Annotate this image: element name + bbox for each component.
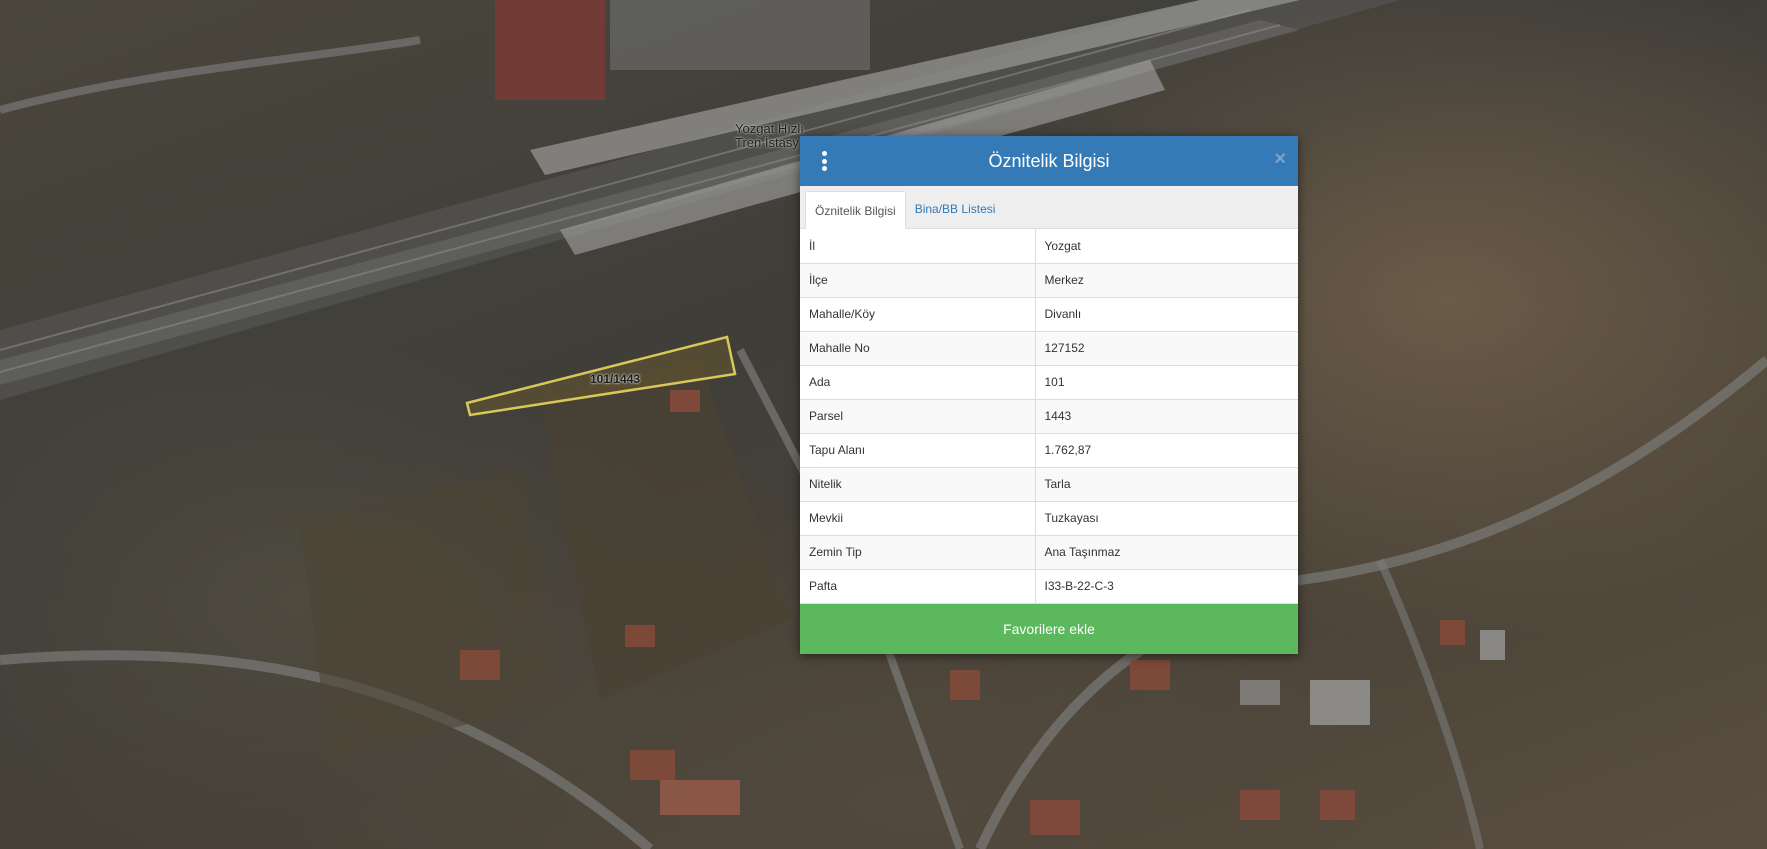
attribute-value: 1.762,87: [1035, 433, 1298, 468]
station-label-line1: Yozgat Hızlı: [735, 121, 804, 136]
table-row: İlçe Merkez: [800, 263, 1298, 298]
attribute-table: İl Yozgat İlçe Merkez Mahalle/Köy Divanlı Maha…: [800, 229, 1298, 604]
attribute-value: I33-B-22-C-3: [1035, 569, 1298, 604]
attribute-key: Mahalle/Köy: [800, 297, 1036, 332]
attribute-info-popup: Öznitelik Bilgisi × Öznitelik Bilgisi Bi…: [800, 136, 1298, 654]
vertical-dots-icon[interactable]: [818, 151, 830, 171]
attribute-key: İl: [800, 229, 1036, 264]
table-row: Mahalle/Köy Divanlı: [800, 297, 1298, 332]
attribute-key: Pafta: [800, 569, 1036, 604]
attribute-value: Divanlı: [1035, 297, 1298, 332]
table-row: İl Yozgat: [800, 229, 1298, 264]
attribute-value: 1443: [1035, 399, 1298, 434]
attribute-value: Ana Taşınmaz: [1035, 535, 1298, 570]
attribute-key: İlçe: [800, 263, 1036, 298]
attribute-value: Tuzkayası: [1035, 501, 1298, 536]
station-label-line2: Tren İstasy: [735, 135, 799, 150]
popup-header: Öznitelik Bilgisi ×: [800, 136, 1298, 186]
add-to-favorites-button[interactable]: Favorilere ekle: [800, 603, 1298, 654]
attribute-value: Merkez: [1035, 263, 1298, 298]
popup-title: Öznitelik Bilgisi: [988, 150, 1110, 171]
attribute-value: 127152: [1035, 331, 1298, 366]
attribute-key: Mahalle No: [800, 331, 1036, 366]
attribute-key: Ada: [800, 365, 1036, 400]
table-row: Tapu Alanı 1.762,87: [800, 433, 1298, 468]
attribute-key: Tapu Alanı: [800, 433, 1036, 468]
popup-tabs: Öznitelik Bilgisi Bina/BB Listesi: [800, 186, 1298, 229]
attribute-value: 101: [1035, 365, 1298, 400]
tab-building-list[interactable]: Bina/BB Listesi: [906, 190, 1005, 228]
parcel-label: 101/1443: [590, 372, 641, 386]
table-row: Parsel 1443: [800, 399, 1298, 434]
station-label: Yozgat Hızlı Tren İstasy: [735, 122, 804, 150]
attribute-key: Mevkii: [800, 501, 1036, 536]
close-icon[interactable]: ×: [1274, 149, 1286, 169]
table-row: Nitelik Tarla: [800, 467, 1298, 502]
attribute-key: Nitelik: [800, 467, 1036, 502]
attribute-value: Tarla: [1035, 467, 1298, 502]
attribute-value: Yozgat: [1035, 229, 1298, 264]
attribute-key: Parsel: [800, 399, 1036, 434]
table-row: Mevkii Tuzkayası: [800, 501, 1298, 536]
attribute-key: Zemin Tip: [800, 535, 1036, 570]
table-row: Ada 101: [800, 365, 1298, 400]
tab-attribute-info[interactable]: Öznitelik Bilgisi: [805, 191, 906, 229]
table-row: Mahalle No 127152: [800, 331, 1298, 366]
table-row: Zemin Tip Ana Taşınmaz: [800, 535, 1298, 570]
table-row: Pafta I33-B-22-C-3: [800, 569, 1298, 604]
